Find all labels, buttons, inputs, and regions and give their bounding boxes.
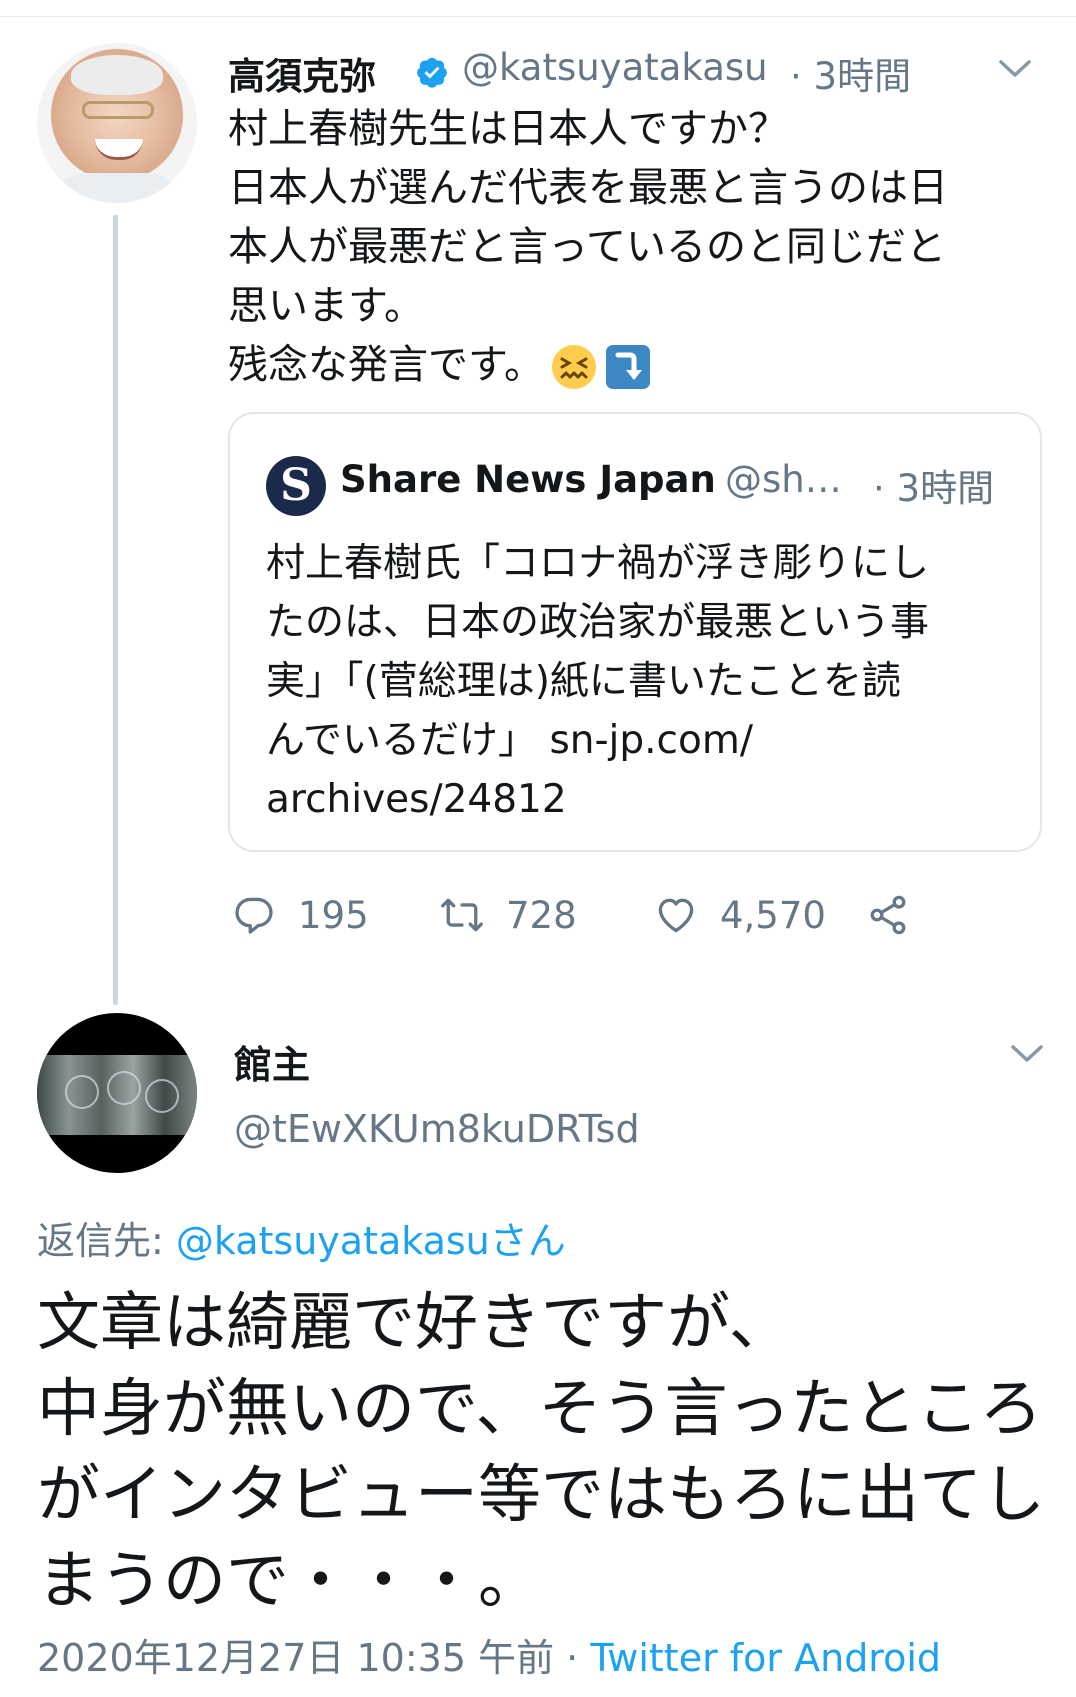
avatar-hair [71,55,163,95]
tweet1-last-line: 残念な発言です。 [228,336,1028,395]
heart-icon [658,898,694,933]
verified-badge-icon [417,57,447,88]
tweet2-source-link[interactable]: Twitter for Android [590,1636,941,1680]
arrow-down-curved-icon [606,345,650,389]
quoted-line: 実」「(菅総理は)紙に書いたことを読 [266,659,901,704]
share-icon [870,895,906,935]
tweet1-body: 村上春樹先生は日本人ですか？ 日本人が選んだ代表を最悪と言うのは日 本人が最悪だ… [228,100,1028,395]
reply-icon [235,897,273,934]
meta-separator: · [554,1636,591,1680]
quoted-line: んでいるだけ」 sn-jp.com/ [266,718,753,763]
tweet2-timestamp[interactable]: 2020年12月27日 10:35 午前 [37,1636,554,1680]
tweet2-meta: 2020年12月27日 10:35 午前 · Twitter for Andro… [37,1627,941,1682]
avatar-swirl [65,1075,99,1109]
tweet2-line: がインタビュー等ではもろに出てし [37,1458,1045,1531]
tweet1-line: 本人が最悪だと言っているのと同じだと [228,224,946,270]
like-button[interactable]: 4,570 [654,890,826,940]
tweet2-line: まうので・・・。 [37,1544,541,1617]
quoted-line: 村上春樹氏「コロナ禍が浮き彫りにし [266,541,930,586]
replying-to-mention-link[interactable]: @katsuyatakasuさん [176,1219,566,1263]
reply-button[interactable]: 195 [232,890,369,940]
top-divider [0,16,1076,17]
replying-to: 返信先: @katsuyatakasuさん [37,1210,566,1265]
replying-to-label: 返信先: [37,1219,176,1263]
tweet1-line: 残念な発言です。 [228,342,544,388]
avatar-smile [95,139,143,160]
avatar-glasses [82,101,154,119]
tweet1-line: 思います。 [228,283,424,329]
tweet2-author-name[interactable]: 館主 [234,1034,310,1089]
quoted-source-handle: @sh… [725,458,842,501]
quoted-timestamp: · 3時間 [873,467,995,510]
chevron-down-icon[interactable] [998,58,1032,80]
avatar-swirl [107,1071,141,1105]
tweet1-line: 日本人が選んだ代表を最悪と言うのは日 [228,165,948,211]
share-button[interactable] [866,890,932,940]
tweet2-body: 文章は綺麗で好きですが、 中身が無いので、そう言ったところ がインタビュー等では… [37,1280,1057,1624]
quoted-body: 村上春樹氏「コロナ禍が浮き彫りにし たのは、日本の政治家が最悪という事 実」「(… [266,534,1026,829]
reply-count: 195 [298,893,369,937]
retweet-button[interactable]: 728 [440,890,577,940]
avatar-tewxkum8kudrtsd[interactable] [37,1013,197,1173]
tweet2-line: 中身が無いので、そう言ったところ [37,1372,1043,1445]
confounded-face-icon [552,345,596,389]
share-news-japan-logo-icon: S [266,456,326,516]
tweet1-line: 村上春樹先生は日本人ですか？ [228,106,788,152]
tweet1-timestamp[interactable]: · 3時間 [790,46,911,100]
quoted-tweet-card[interactable]: S Share News Japan @sh… · 3時間 村上春樹氏「コロナ禍… [228,412,1042,852]
tweet1-author-name[interactable]: 高須克弥 [228,46,376,100]
like-count: 4,570 [720,893,826,937]
thread-connector-line [113,215,118,1005]
avatar-katsuyatakasu[interactable] [37,43,197,203]
retweet-count: 728 [506,893,577,937]
tweet1-handle[interactable]: @katsuyatakasu [462,46,768,89]
chevron-down-icon[interactable] [1010,1043,1044,1065]
avatar-shirt [47,173,187,203]
tweet2-handle[interactable]: @tEwXKUm8kuDRTsd [234,1107,640,1151]
tweet2-line: 文章は綺麗で好きですが、 [37,1286,792,1359]
avatar-swirl [145,1079,179,1113]
quoted-source-name: Share News Japan [340,458,716,501]
quoted-line: archives/24812 [266,777,567,822]
quoted-line: たのは、日本の政治家が最悪という事 [266,600,930,645]
retweet-icon [441,898,483,932]
